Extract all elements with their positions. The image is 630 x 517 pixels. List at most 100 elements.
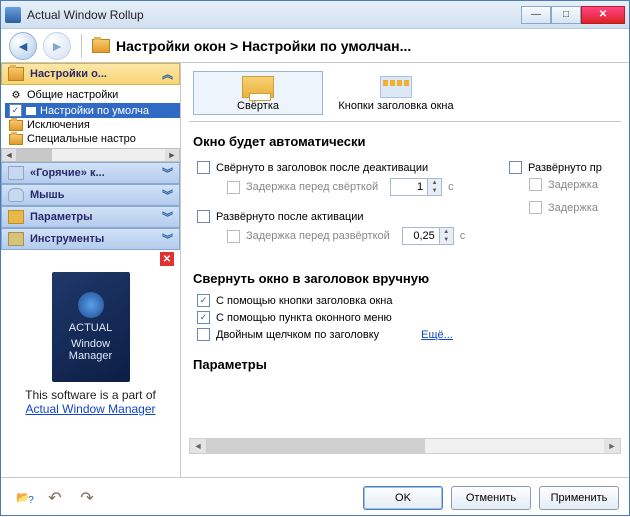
tree-item-general[interactable]: ⚙ Общие настройки xyxy=(5,87,180,103)
content-hscrollbar[interactable]: ◄ ► xyxy=(189,438,621,454)
checkbox-row[interactable]: Развёрнуто после активации xyxy=(197,210,505,223)
help-icon[interactable]: 📂? xyxy=(11,487,35,509)
undo-icon[interactable]: ↶ xyxy=(43,487,67,509)
apply-button[interactable]: Применить xyxy=(539,486,619,510)
close-button[interactable]: ✕ xyxy=(581,6,625,24)
tree-item-label: Исключения xyxy=(27,119,90,131)
checkbox-row[interactable]: Развёрнуто пр xyxy=(509,161,617,174)
spin-up-icon[interactable]: ▲ xyxy=(440,228,453,236)
sidebar-accordion: Настройки о... ︽ ⚙ Общие настройки ✓ Нас… xyxy=(1,63,180,250)
checkbox-row[interactable]: ✓ С помощью пункта оконного меню xyxy=(197,311,617,324)
delay-row: Задержка xyxy=(529,201,617,214)
boxart-text: ACTUAL xyxy=(69,322,112,334)
checkbox[interactable] xyxy=(227,230,240,243)
boxart-text: Window Manager xyxy=(52,338,130,362)
content-pane: Окно будет автоматически Свёрнуто в заго… xyxy=(189,122,621,434)
checkbox-label: С помощью пункта оконного меню xyxy=(216,312,392,324)
tree-item-special[interactable]: Специальные настро xyxy=(5,132,180,146)
scroll-right-icon[interactable]: ► xyxy=(165,149,179,161)
sliders-icon xyxy=(8,210,24,224)
tree-item-label: Общие настройки xyxy=(27,89,118,101)
tab-rollup[interactable]: Свёртка xyxy=(193,71,323,115)
chevron-down-icon: ︾ xyxy=(162,209,173,225)
checkbox[interactable] xyxy=(529,201,542,214)
sidebar-section-label: «Горячие» к... xyxy=(30,167,105,179)
titlebar-buttons-icon xyxy=(380,76,412,98)
window-title: Actual Window Rollup xyxy=(27,8,521,22)
spin-down-icon[interactable]: ▼ xyxy=(440,236,453,244)
checkbox[interactable] xyxy=(197,161,210,174)
folder-icon xyxy=(92,39,110,53)
checkbox-label: Задержка перед свёрткой xyxy=(246,181,378,193)
ok-button[interactable]: OK xyxy=(363,486,443,510)
promo-text: This software is a part of xyxy=(7,388,174,402)
checkbox[interactable] xyxy=(227,181,240,194)
sidebar-section-settings[interactable]: Настройки о... ︽ xyxy=(1,63,180,85)
checkbox-label: С помощью кнопки заголовка окна xyxy=(216,295,392,307)
more-link[interactable]: Ещё... xyxy=(421,329,453,341)
tab-titlebuttons[interactable]: Кнопки заголовка окна xyxy=(331,71,461,115)
scroll-thumb[interactable] xyxy=(206,439,425,453)
redo-icon[interactable]: ↷ xyxy=(75,487,99,509)
spinner-input[interactable] xyxy=(402,227,440,245)
sidebar-section-label: Мышь xyxy=(30,189,65,201)
unit-label: с xyxy=(448,181,454,193)
titlebar: Actual Window Rollup — □ ✕ xyxy=(1,1,629,29)
sidebar-section-mouse[interactable]: Мышь ︾ xyxy=(1,184,180,206)
product-logo-icon xyxy=(78,292,104,318)
sidebar-section-options[interactable]: Параметры ︾ xyxy=(1,206,180,228)
checkbox-row[interactable]: Свёрнуто в заголовок после деактивации xyxy=(197,161,505,174)
chevron-down-icon: ︾ xyxy=(162,165,173,181)
checkbox[interactable] xyxy=(197,328,210,341)
spinner-input[interactable] xyxy=(390,178,428,196)
sidebar-section-label: Параметры xyxy=(30,211,92,223)
promo-panel: ✕ ACTUAL Window Manager This software is… xyxy=(1,250,180,477)
sidebar-section-tools[interactable]: Инструменты ︾ xyxy=(1,228,180,250)
tree-item-defaults[interactable]: ✓ Настройки по умолча xyxy=(5,103,180,118)
footer: 📂? ↶ ↷ OK Отменить Применить xyxy=(1,477,629,517)
unit-label: с xyxy=(460,230,466,242)
folder-icon xyxy=(9,134,23,145)
back-button[interactable]: ◄ xyxy=(9,32,37,60)
tab-strip: Свёртка Кнопки заголовка окна xyxy=(189,71,621,122)
keyboard-icon xyxy=(8,166,24,180)
minimize-button[interactable]: — xyxy=(521,6,551,24)
scroll-right-icon[interactable]: ► xyxy=(604,439,620,453)
forward-button[interactable]: ► xyxy=(43,32,71,60)
checkbox-row[interactable]: ✓ С помощью кнопки заголовка окна xyxy=(197,294,617,307)
tools-icon xyxy=(8,232,24,246)
cancel-button[interactable]: Отменить xyxy=(451,486,531,510)
mouse-icon xyxy=(8,188,24,202)
maximize-button[interactable]: □ xyxy=(551,6,581,24)
promo-close-button[interactable]: ✕ xyxy=(160,252,174,266)
scroll-thumb[interactable] xyxy=(16,149,52,161)
spin-down-icon[interactable]: ▼ xyxy=(428,187,441,195)
scroll-left-icon[interactable]: ◄ xyxy=(2,149,16,161)
checkbox-icon: ✓ xyxy=(9,104,22,117)
delay-row: Задержка xyxy=(529,178,617,191)
checkbox-label: Задержка перед развёрткой xyxy=(246,230,390,242)
checkbox-label: Двойным щелчком по заголовку xyxy=(216,329,379,341)
delay-row: Задержка перед свёрткой ▲▼ с xyxy=(227,178,505,196)
checkbox-label: Развёрнуто после активации xyxy=(216,211,364,223)
delay-spinner[interactable]: ▲▼ xyxy=(390,178,442,196)
chevron-down-icon: ︾ xyxy=(162,231,173,247)
checkbox[interactable] xyxy=(197,210,210,223)
checkbox[interactable] xyxy=(509,161,522,174)
spin-up-icon[interactable]: ▲ xyxy=(428,179,441,187)
gear-icon: ⚙ xyxy=(9,88,23,102)
chevron-up-icon: ︽ xyxy=(162,66,173,82)
checkbox[interactable]: ✓ xyxy=(197,294,210,307)
checkbox[interactable] xyxy=(529,178,542,191)
sidebar-section-hotkeys[interactable]: «Горячие» к... ︾ xyxy=(1,162,180,184)
promo-link[interactable]: Actual Window Manager xyxy=(25,402,155,416)
delay-spinner[interactable]: ▲▼ xyxy=(402,227,454,245)
checkbox-row[interactable]: Двойным щелчком по заголовку Ещё... xyxy=(197,328,617,341)
scroll-left-icon[interactable]: ◄ xyxy=(190,439,206,453)
navbar: ◄ ► Настройки окон > Настройки по умолча… xyxy=(1,29,629,63)
checkbox[interactable]: ✓ xyxy=(197,311,210,324)
tab-label: Кнопки заголовка окна xyxy=(332,100,460,112)
tree-hscrollbar[interactable]: ◄ ► xyxy=(1,148,180,162)
product-boxart: ACTUAL Window Manager xyxy=(52,272,130,382)
tree-item-exclusions[interactable]: Исключения xyxy=(5,118,180,132)
